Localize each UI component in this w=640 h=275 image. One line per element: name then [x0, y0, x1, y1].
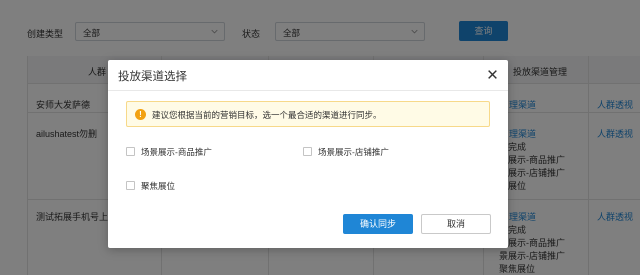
dialog-title: 投放渠道选择 [118, 71, 187, 83]
confirm-sync-button[interactable]: 确认同步 [343, 214, 413, 234]
checkbox[interactable] [126, 147, 135, 156]
notice-text: 建议您根据当前的营销目标，选一个最合适的渠道进行同步。 [152, 110, 382, 120]
option-label: 场景展示-商品推广 [141, 147, 212, 157]
option-label: 场景展示-店铺推广 [318, 147, 389, 157]
checkbox[interactable] [126, 181, 135, 190]
warning-icon: ! [135, 109, 146, 120]
dialog-header: 投放渠道选择 [108, 60, 508, 91]
checkbox[interactable] [303, 147, 312, 156]
notice-banner: ! 建议您根据当前的营销目标，选一个最合适的渠道进行同步。 [126, 101, 490, 127]
channel-select-dialog: 投放渠道选择 ! 建议您根据当前的营销目标，选一个最合适的渠道进行同步。 场景展… [108, 60, 508, 248]
option-label: 聚焦展位 [141, 181, 176, 191]
close-icon[interactable] [487, 69, 498, 80]
cancel-button[interactable]: 取消 [421, 214, 491, 234]
